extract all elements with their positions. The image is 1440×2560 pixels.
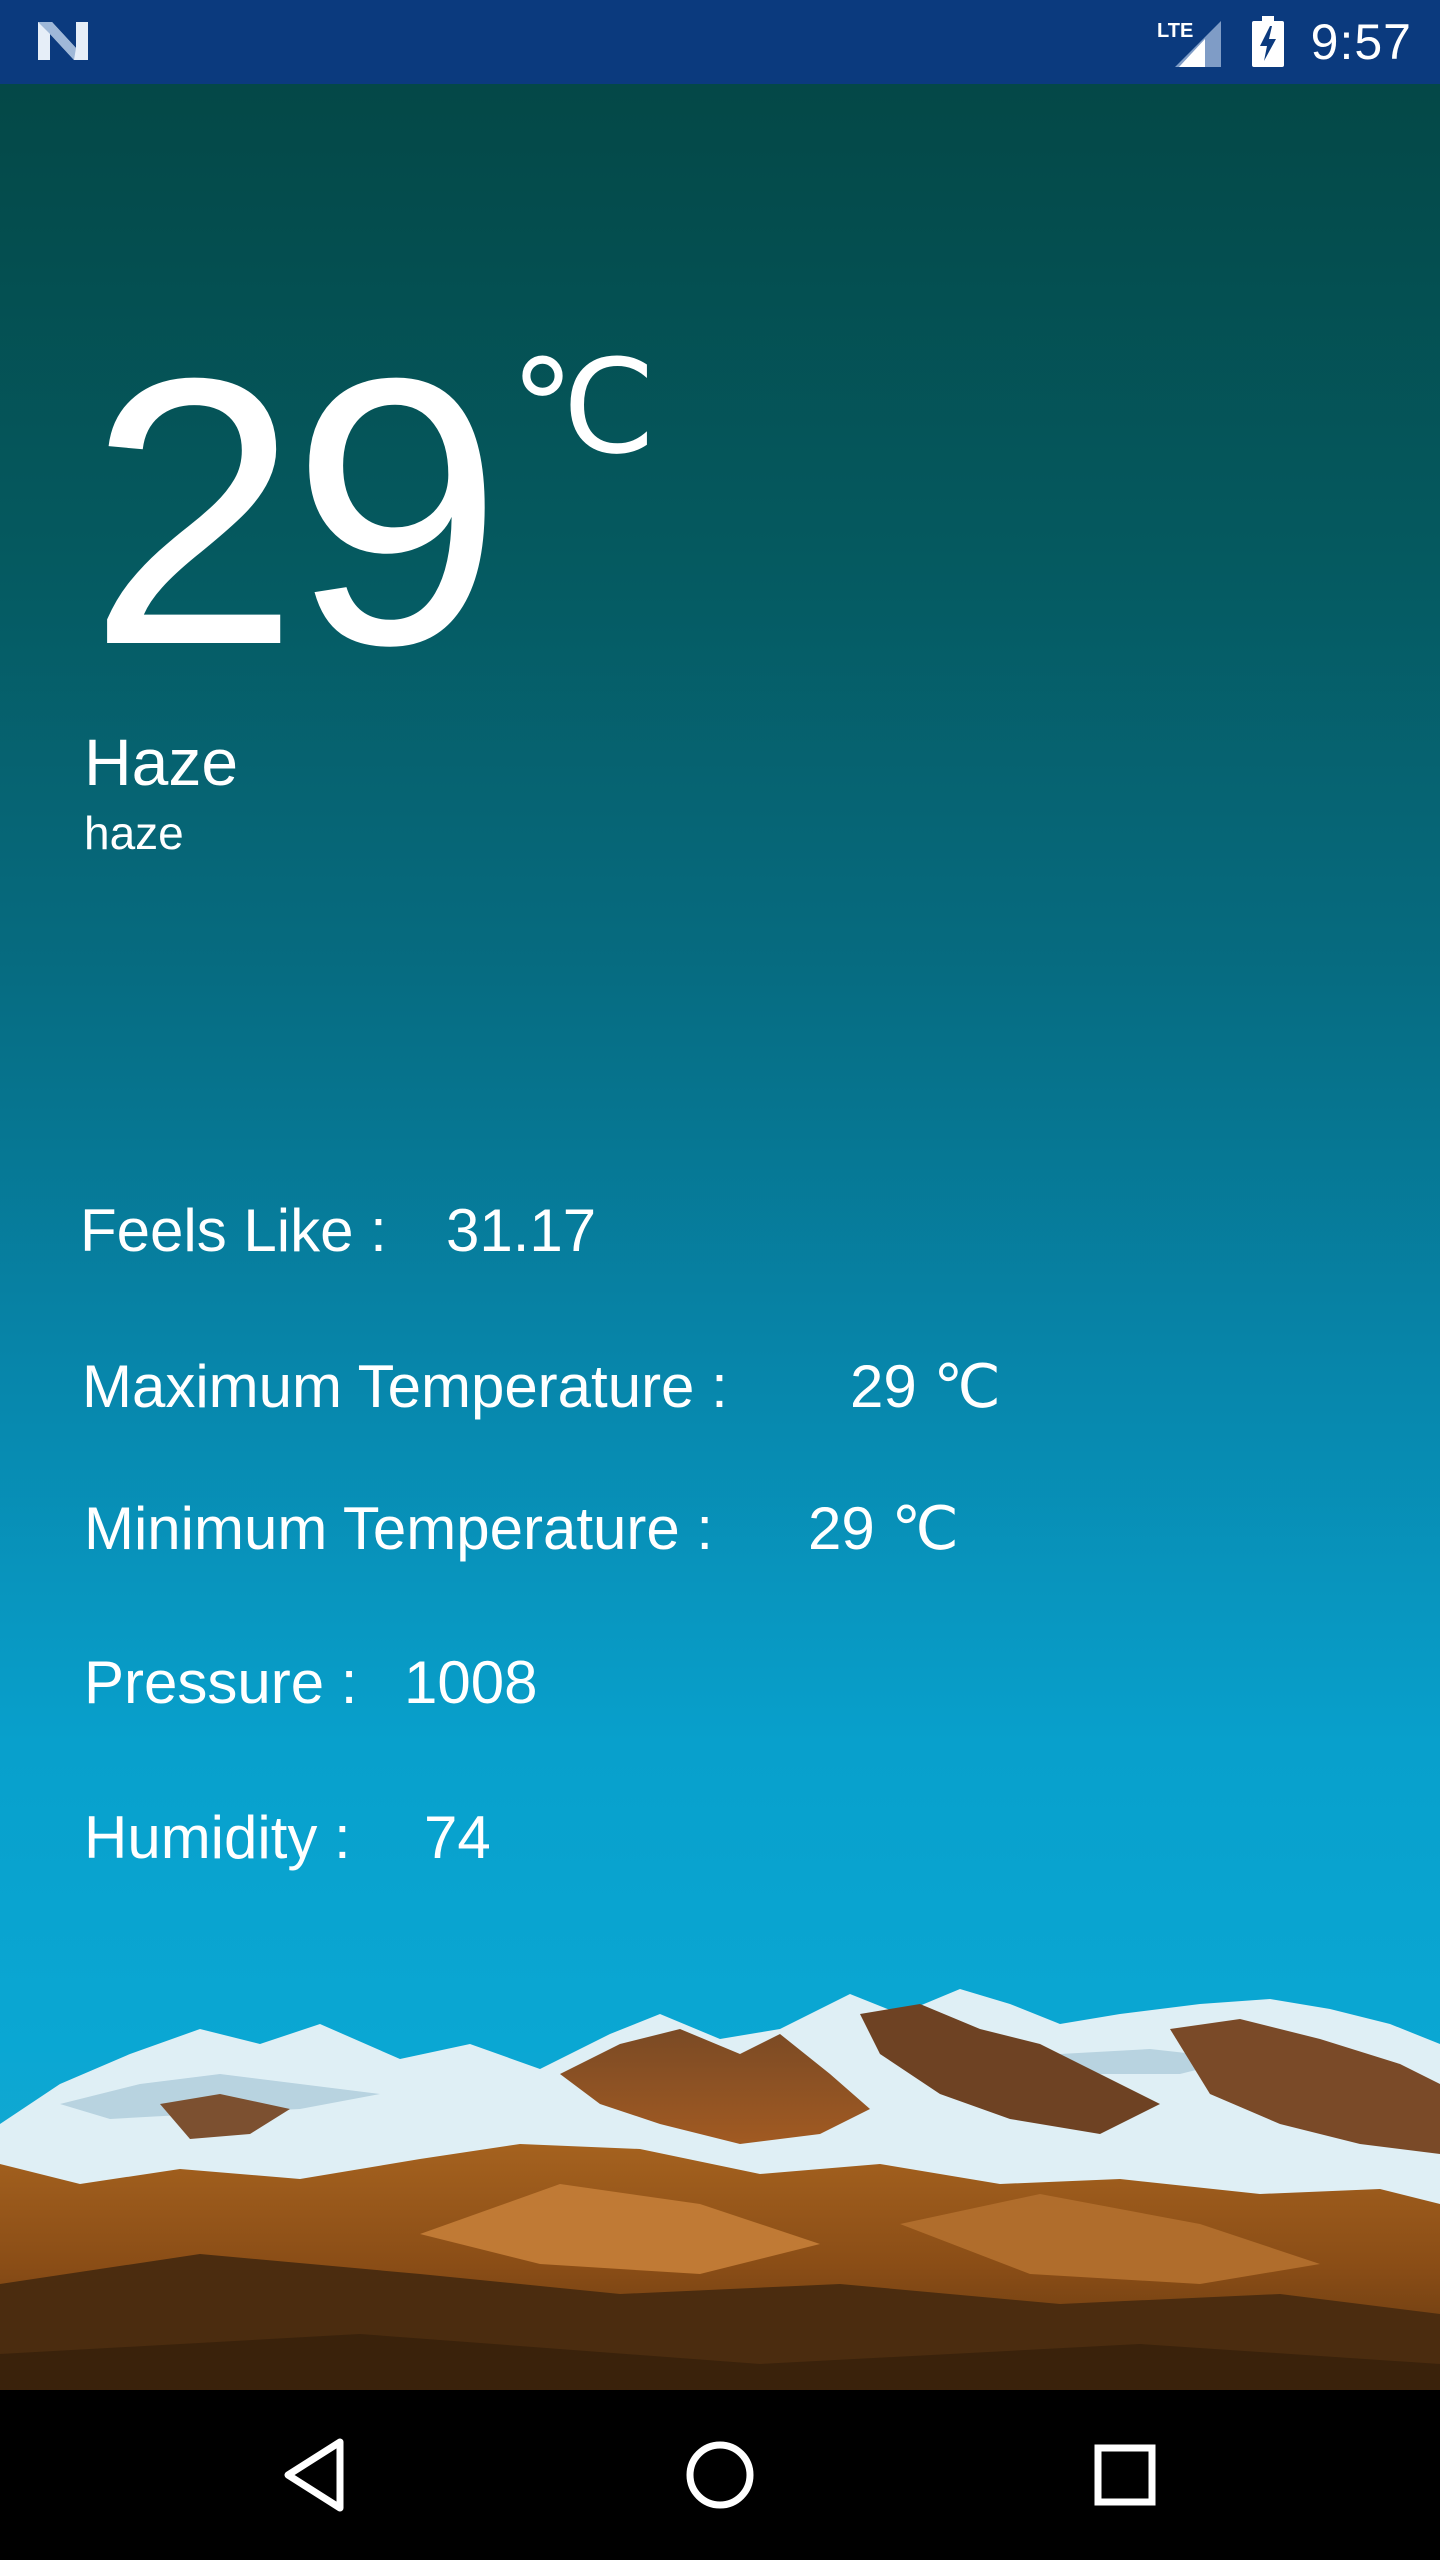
pressure-value: 1008: [404, 1649, 538, 1716]
recents-square-icon[interactable]: [1080, 2430, 1170, 2520]
min-temp-value: 29 ℃: [808, 1495, 959, 1562]
navigation-bar: [0, 2390, 1440, 2560]
status-bar: LTE 9:57: [0, 0, 1440, 84]
weather-description: haze: [84, 807, 184, 859]
android-n-icon: [38, 22, 88, 60]
feels-like-label: Feels Like :: [80, 1197, 387, 1264]
svg-text:LTE: LTE: [1157, 20, 1193, 42]
min-temp-row: Minimum Temperature : 29 ℃: [84, 1494, 959, 1563]
battery-charging-icon: [1251, 16, 1284, 67]
temperature-unit: ℃: [510, 334, 656, 480]
lte-signal-icon: LTE: [1157, 20, 1221, 67]
feels-like-value: 31.17: [446, 1197, 597, 1264]
max-temp-value: 29 ℃: [850, 1353, 1001, 1420]
max-temp-label: Maximum Temperature :: [82, 1353, 728, 1420]
max-temp-row: Maximum Temperature : 29 ℃: [82, 1352, 1001, 1421]
mountain-landscape-image: [0, 1989, 1440, 2390]
weather-condition: Haze: [84, 725, 239, 799]
pressure-row: Pressure : 1008: [84, 1648, 537, 1717]
min-temp-label: Minimum Temperature :: [84, 1495, 714, 1562]
weather-screen: LTE 9:57 29 ℃ Haze haze Feels Like : 31.…: [0, 0, 1440, 2560]
status-clock: 9:57: [1310, 14, 1412, 70]
back-triangle-icon[interactable]: [272, 2430, 362, 2520]
feels-like-row: Feels Like : 31.17: [80, 1196, 596, 1265]
humidity-label: Humidity :: [84, 1804, 351, 1871]
home-circle-icon[interactable]: [675, 2430, 765, 2520]
temperature-value: 29: [88, 299, 503, 724]
weather-content: 29 ℃ Haze haze Feels Like : 31.17 Maximu…: [0, 84, 1440, 2390]
pressure-label: Pressure :: [84, 1649, 358, 1716]
humidity-row: Humidity : 74: [84, 1803, 491, 1872]
humidity-value: 74: [424, 1804, 491, 1871]
